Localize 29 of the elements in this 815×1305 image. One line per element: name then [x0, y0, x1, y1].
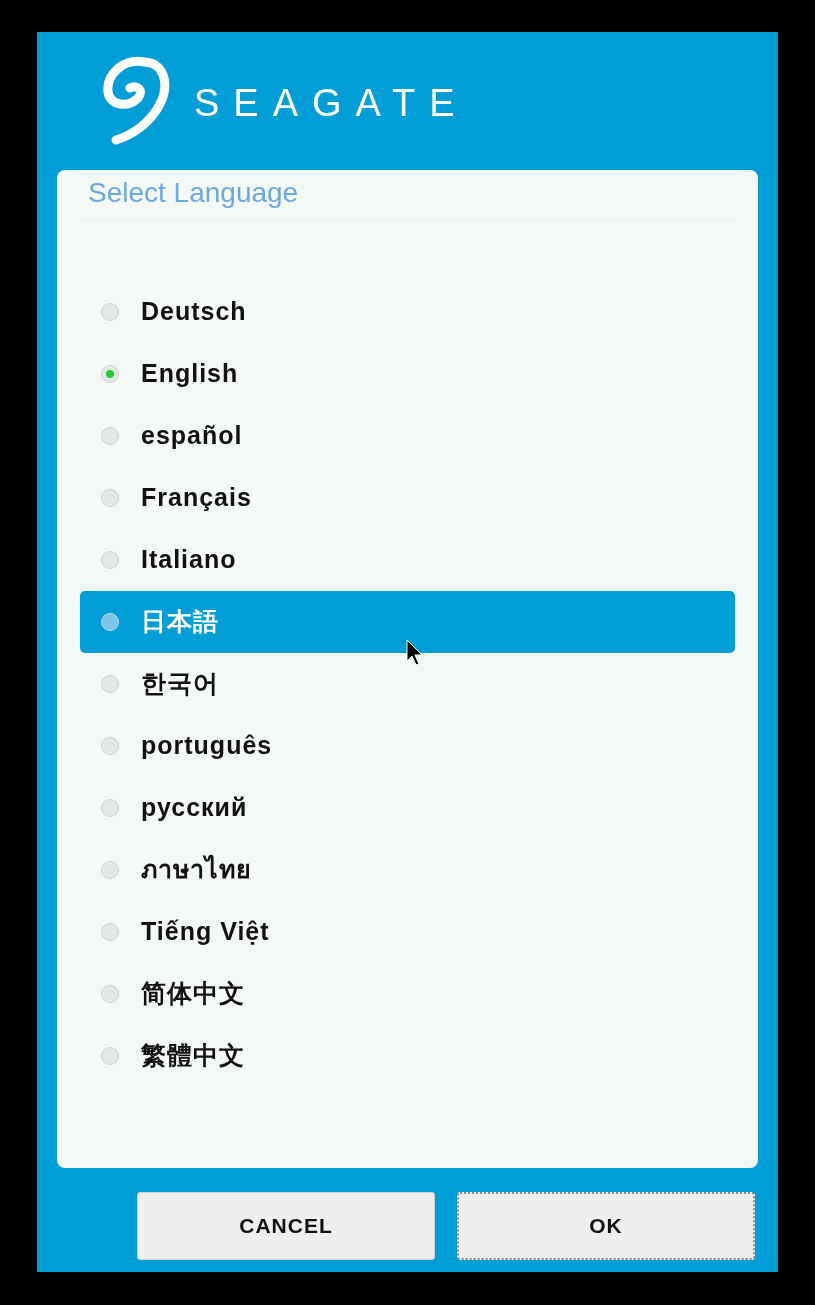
- language-option[interactable]: ภาษาไทย: [80, 839, 735, 901]
- language-option[interactable]: Français: [80, 467, 735, 529]
- language-option[interactable]: русский: [80, 777, 735, 839]
- radio-button[interactable]: [101, 1047, 119, 1065]
- language-option[interactable]: 繁體中文: [80, 1025, 735, 1087]
- dialog-button[interactable]: OK: [457, 1192, 755, 1260]
- language-option[interactable]: Deutsch: [80, 281, 735, 343]
- radio-button[interactable]: [101, 613, 119, 631]
- language-option[interactable]: 简体中文: [80, 963, 735, 1025]
- radio-button[interactable]: [101, 365, 119, 383]
- language-option[interactable]: Italiano: [80, 529, 735, 591]
- radio-button[interactable]: [101, 861, 119, 879]
- radio-button[interactable]: [101, 303, 119, 321]
- language-option[interactable]: English: [80, 343, 735, 405]
- language-option[interactable]: Tiếng Việt: [80, 901, 735, 963]
- radio-button[interactable]: [101, 799, 119, 817]
- language-option[interactable]: español: [80, 405, 735, 467]
- radio-button[interactable]: [101, 427, 119, 445]
- dialog-title: Select Language: [88, 177, 299, 208]
- brand-name: SEAGATE: [194, 84, 469, 122]
- language-option[interactable]: português: [80, 715, 735, 777]
- radio-button[interactable]: [101, 551, 119, 569]
- radio-button[interactable]: [101, 737, 119, 755]
- radio-button[interactable]: [101, 923, 119, 941]
- language-option[interactable]: 한국어: [80, 653, 735, 715]
- dialog-button[interactable]: CANCEL: [137, 1192, 435, 1260]
- radio-button[interactable]: [101, 985, 119, 1003]
- radio-button[interactable]: [101, 489, 119, 507]
- radio-button[interactable]: [101, 675, 119, 693]
